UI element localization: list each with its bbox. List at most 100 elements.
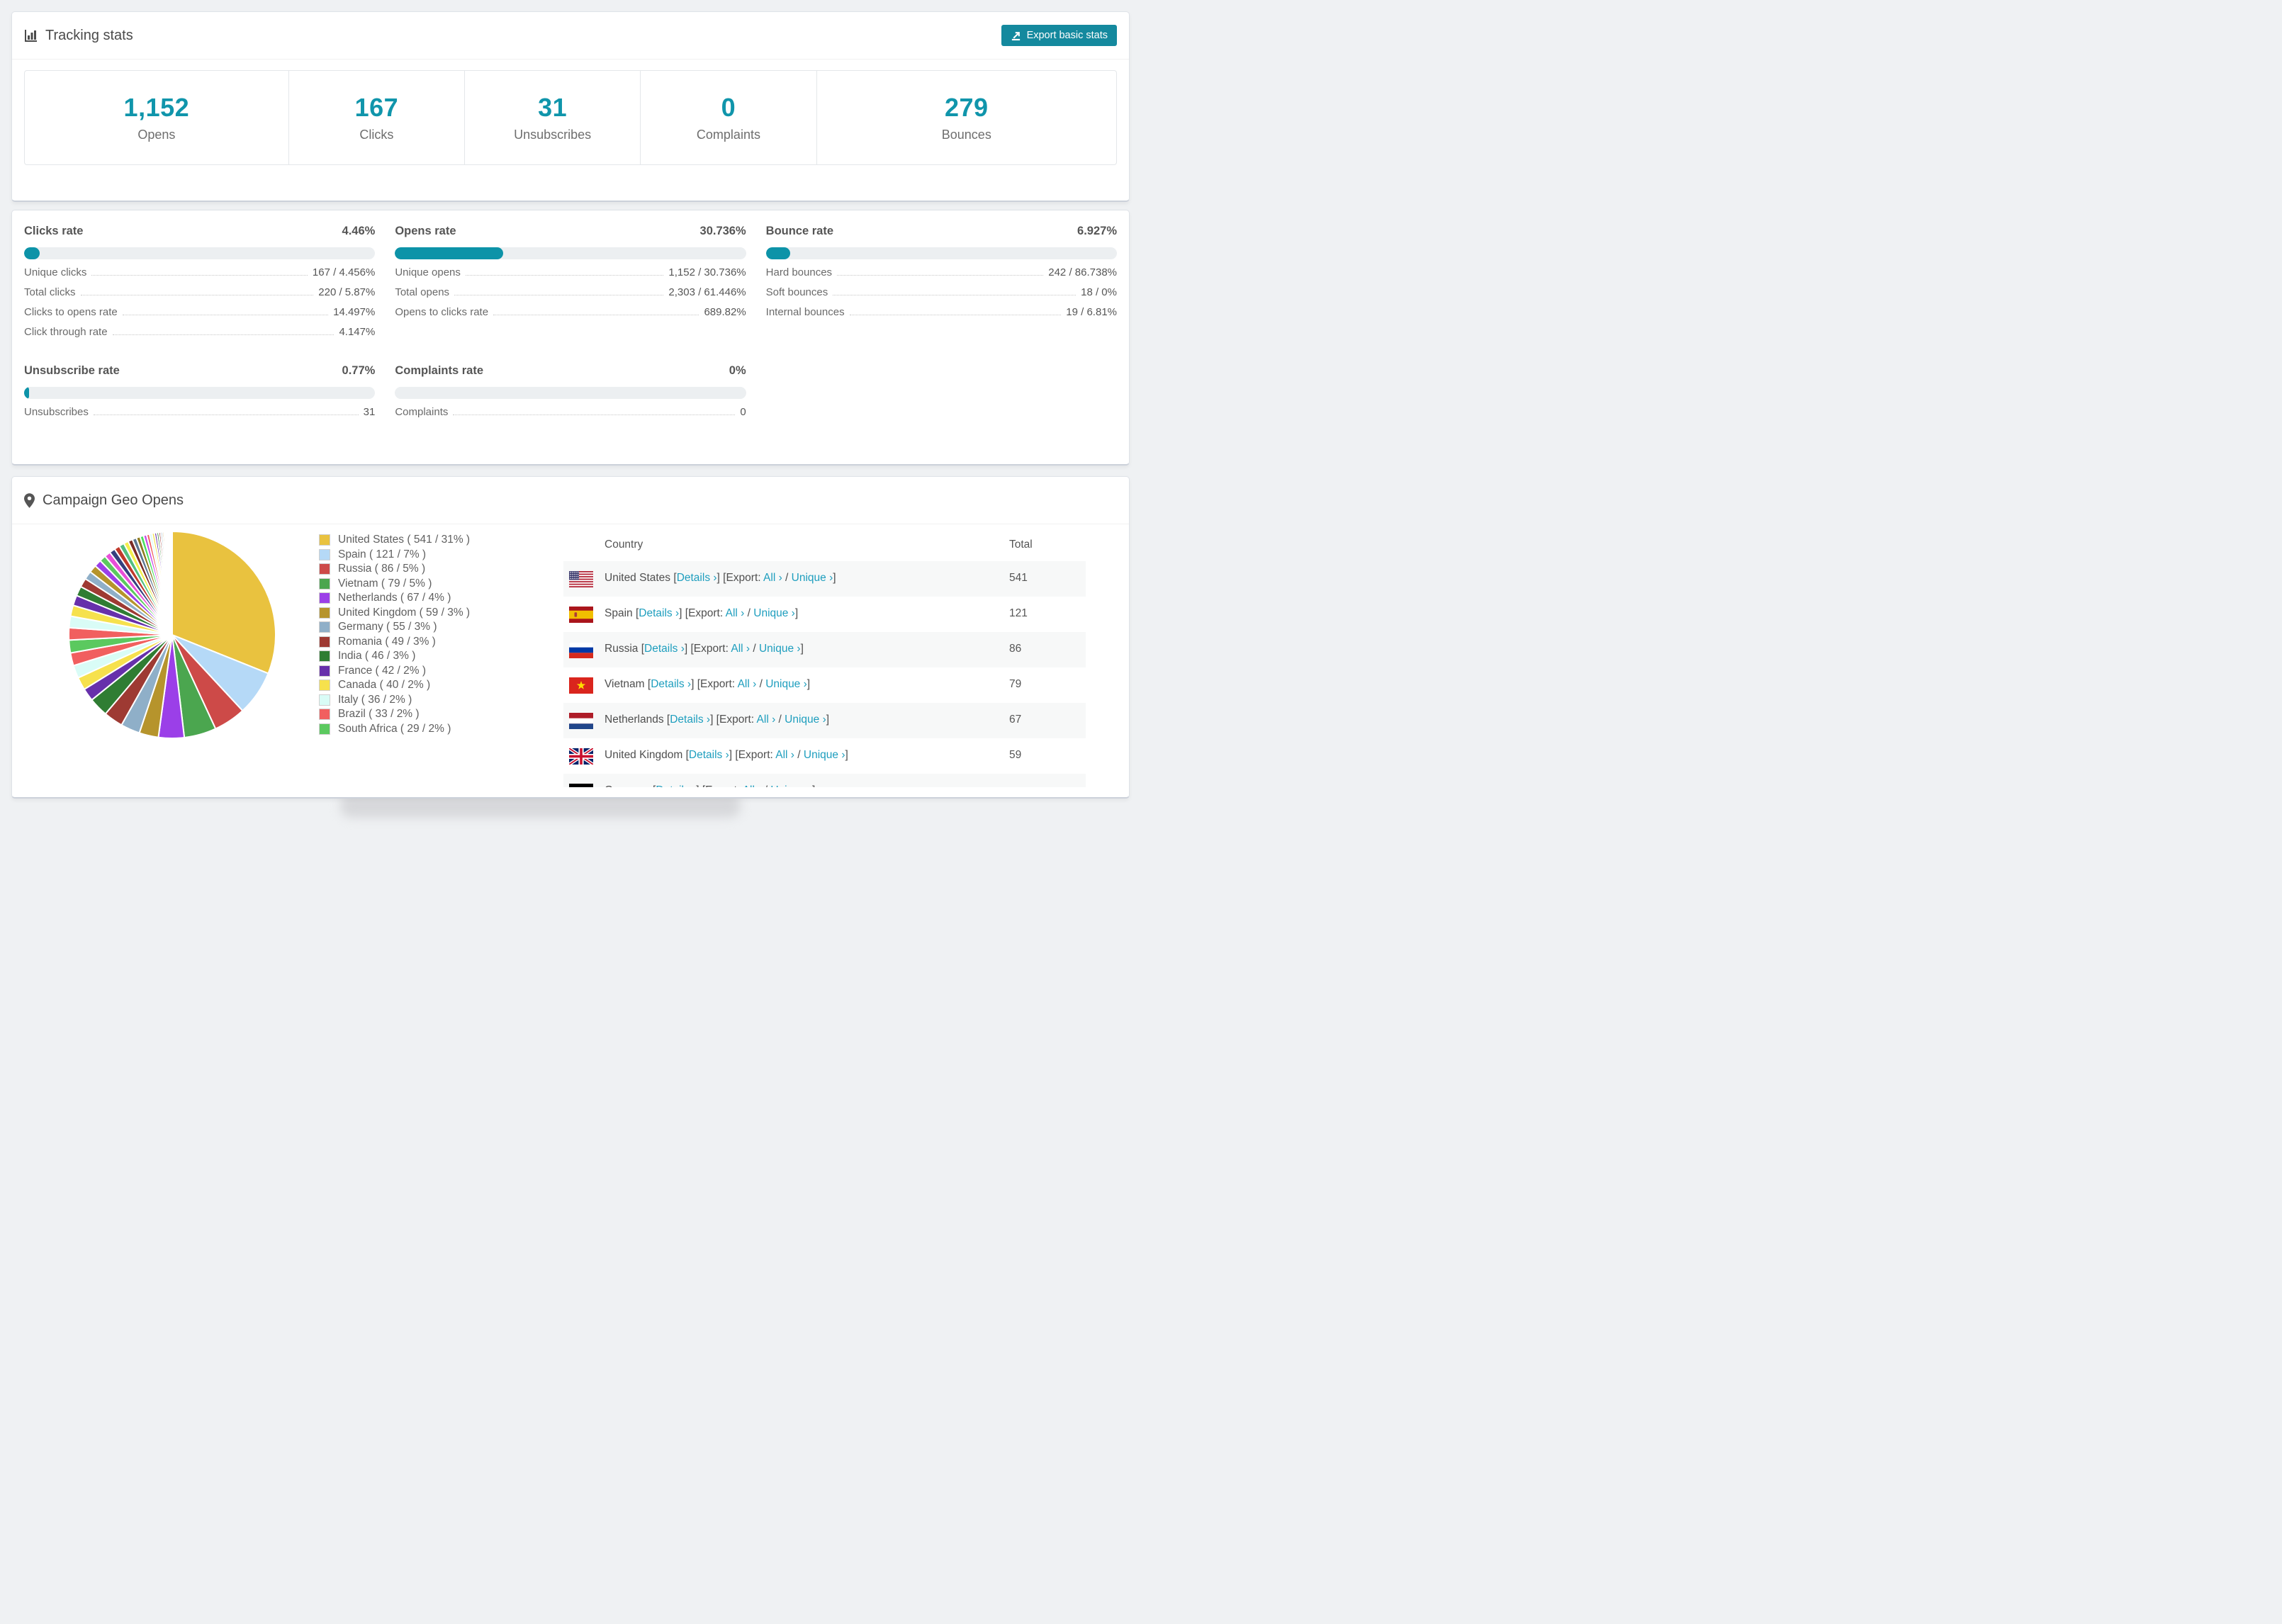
export-all-link[interactable]: All › bbox=[763, 572, 782, 584]
legend-item-united-states: United States ( 541 / 31% ) bbox=[319, 533, 470, 548]
stat-label: Opens bbox=[137, 128, 176, 142]
rate-row: Total opens 2,303 / 61.446% bbox=[395, 286, 746, 298]
campaign-geo-opens-card: Campaign Geo Opens United States ( 541 /… bbox=[11, 476, 1130, 799]
stat-complaints: 0 Complaints bbox=[640, 71, 816, 164]
tracking-stats-header: Tracking stats Export basic stats bbox=[12, 12, 1129, 60]
geo-table-row-spain: Spain [Details ›] [Export: All › / Uniqu… bbox=[563, 597, 1086, 632]
legend-label: Romania ( 49 / 3% ) bbox=[338, 635, 436, 648]
gb-flag-icon bbox=[569, 748, 593, 765]
total-cell: 86 bbox=[1009, 643, 1022, 655]
nl-flag-icon bbox=[569, 712, 593, 729]
legend-item-india: India ( 46 / 3% ) bbox=[319, 649, 470, 664]
legend-item-united-kingdom: United Kingdom ( 59 / 3% ) bbox=[319, 606, 470, 621]
country-column-header: Country bbox=[605, 538, 643, 551]
tracking-stats-card: Tracking stats Export basic stats 1,152 O… bbox=[11, 11, 1130, 202]
map-pin-icon bbox=[24, 492, 35, 508]
details-link[interactable]: Details › bbox=[639, 607, 679, 619]
export-label: Export: bbox=[705, 784, 740, 787]
geo-table-row-united-kingdom: United Kingdom [Details ›] [Export: All … bbox=[563, 738, 1086, 774]
details-link[interactable]: Details › bbox=[677, 572, 717, 584]
bar-chart-icon bbox=[25, 29, 37, 42]
export-unique-link[interactable]: Unique › bbox=[759, 643, 801, 655]
export-all-link[interactable]: All › bbox=[726, 607, 745, 619]
rate-row: Opens to clicks rate 689.82% bbox=[395, 306, 746, 318]
export-all-link[interactable]: All › bbox=[775, 749, 794, 761]
stat-unsubscribes: 31 Unsubscribes bbox=[464, 71, 640, 164]
details-link[interactable]: Details › bbox=[651, 678, 691, 690]
export-icon bbox=[1011, 31, 1020, 40]
rate-panel-opens-rate: Opens rate 30.736% Unique opens 1,152 / 30.… bbox=[395, 225, 746, 346]
export-unique-link[interactable]: Unique › bbox=[765, 678, 807, 690]
details-link[interactable]: Details › bbox=[644, 643, 685, 655]
stat-label: Complaints bbox=[696, 128, 760, 142]
de-flag-icon bbox=[569, 783, 593, 787]
export-all-link[interactable]: All › bbox=[757, 714, 776, 726]
legend-item-spain: Spain ( 121 / 7% ) bbox=[319, 548, 470, 563]
country-cell: Germany [Details ›] [Export: All › / Uni… bbox=[605, 784, 815, 787]
rate-row: Complaints 0 bbox=[395, 406, 746, 418]
country-cell: Russia [Details ›] [Export: All › / Uniq… bbox=[605, 643, 804, 655]
export-label: Export: bbox=[693, 643, 729, 655]
export-label: Export: bbox=[726, 572, 761, 584]
rate-row: Unique clicks 167 / 4.456% bbox=[24, 266, 376, 278]
legend-item-brazil: Brazil ( 33 / 2% ) bbox=[319, 707, 470, 722]
rate-row: Hard bounces 242 / 86.738% bbox=[765, 266, 1117, 278]
country-cell: Vietnam [Details ›] [Export: All › / Uni… bbox=[605, 678, 811, 690]
legend-swatch bbox=[319, 621, 330, 633]
export-basic-stats-button[interactable]: Export basic stats bbox=[1001, 25, 1117, 46]
export-unique-link[interactable]: Unique › bbox=[785, 714, 826, 726]
geo-table: Country Total United States [Details ›] … bbox=[563, 529, 1086, 787]
export-label: Export: bbox=[738, 749, 773, 761]
legend-label: Vietnam ( 79 / 5% ) bbox=[338, 577, 432, 590]
details-link[interactable]: Details › bbox=[670, 714, 710, 726]
export-button-label: Export basic stats bbox=[1026, 30, 1108, 41]
legend-swatch bbox=[319, 548, 330, 560]
rates-card: Clicks rate 4.46% Unique clicks 167 / 4.456… bbox=[11, 210, 1130, 466]
rate-row: Click through rate 4.147% bbox=[24, 326, 376, 338]
export-unique-link[interactable]: Unique › bbox=[804, 749, 845, 761]
rate-row: Clicks to opens rate 14.497% bbox=[24, 306, 376, 318]
legend-item-vietnam: Vietnam ( 79 / 5% ) bbox=[319, 577, 470, 592]
export-all-link[interactable]: All › bbox=[738, 678, 757, 690]
country-cell: United States [Details ›] [Export: All ›… bbox=[605, 572, 836, 584]
export-all-link[interactable]: All › bbox=[731, 643, 750, 655]
legend-item-germany: Germany ( 55 / 3% ) bbox=[319, 620, 470, 635]
country-name: United Kingdom bbox=[605, 749, 683, 761]
country-name: Netherlands bbox=[605, 714, 664, 726]
total-cell: 79 bbox=[1009, 678, 1022, 690]
legend-label: United States ( 541 / 31% ) bbox=[338, 534, 471, 546]
export-unique-link[interactable]: Unique › bbox=[792, 572, 833, 584]
geo-table-row-netherlands: Netherlands [Details ›] [Export: All › /… bbox=[563, 703, 1086, 738]
export-label: Export: bbox=[700, 678, 736, 690]
export-unique-link[interactable]: Unique › bbox=[753, 607, 795, 619]
legend-swatch bbox=[319, 723, 330, 735]
legend-swatch bbox=[319, 665, 330, 677]
geo-title: Campaign Geo Opens bbox=[24, 492, 184, 509]
export-all-link[interactable]: All › bbox=[743, 784, 762, 787]
legend-swatch bbox=[319, 577, 330, 590]
country-name: Germany bbox=[605, 784, 650, 787]
country-name: United States bbox=[605, 572, 671, 584]
details-link[interactable]: Details › bbox=[656, 784, 696, 787]
rate-progress-bar bbox=[395, 247, 746, 259]
stat-value: 0 bbox=[721, 93, 736, 122]
es-flag-icon bbox=[569, 606, 593, 623]
country-cell: Spain [Details ›] [Export: All › / Uniqu… bbox=[605, 607, 799, 619]
rate-panel-clicks-rate: Clicks rate 4.46% Unique clicks 167 / 4.456… bbox=[24, 225, 376, 346]
pie-legend: United States ( 541 / 31% ) Spain ( 121 /… bbox=[319, 533, 470, 736]
legend-swatch bbox=[319, 694, 330, 706]
legend-label: India ( 46 / 3% ) bbox=[338, 650, 416, 662]
rate-progress-bar bbox=[395, 387, 746, 399]
total-cell: 121 bbox=[1009, 607, 1028, 619]
stat-value: 167 bbox=[354, 93, 399, 122]
ru-flag-icon bbox=[569, 641, 593, 658]
stat-clicks: 167 Clicks bbox=[288, 71, 464, 164]
total-cell: 67 bbox=[1009, 714, 1022, 726]
tracking-stats-title: Tracking stats bbox=[24, 28, 133, 44]
rate-row: Internal bounces 19 / 6.81% bbox=[765, 306, 1117, 318]
details-link[interactable]: Details › bbox=[689, 749, 729, 761]
export-unique-link[interactable]: Unique › bbox=[770, 784, 812, 787]
stat-value: 31 bbox=[538, 93, 568, 122]
vn-flag-icon bbox=[569, 677, 593, 694]
stat-label: Unsubscribes bbox=[514, 128, 592, 142]
